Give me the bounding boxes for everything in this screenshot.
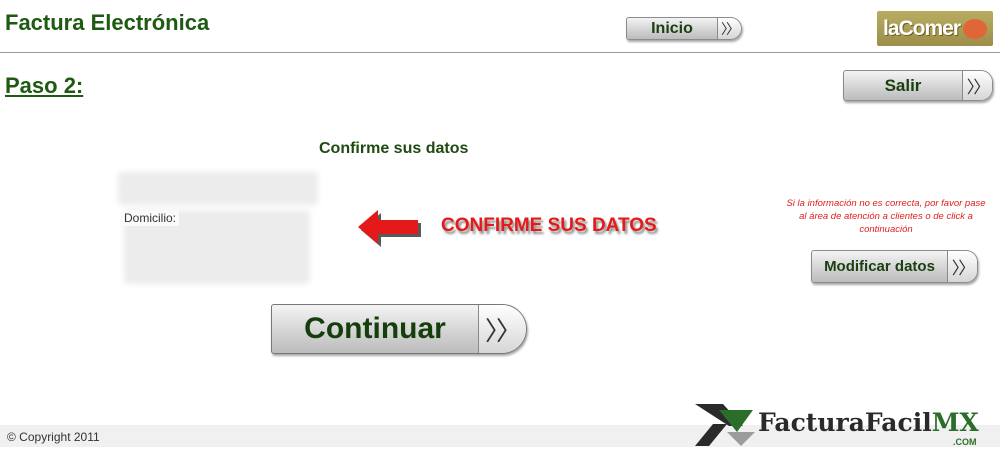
salir-button[interactable]: Salir 〉〉 (843, 70, 993, 101)
confirm-section-title: Confirme sus datos (319, 140, 469, 157)
salir-button-label: Salir (884, 75, 922, 95)
facturafacil-domain: .COM (953, 437, 977, 447)
chevron-double-right-icon: 〉〉 (962, 71, 992, 100)
facturafacil-brand-main: FacturaFacil (758, 408, 932, 437)
redacted-name-field (118, 172, 318, 205)
chevron-double-right-icon: 〉〉 (947, 251, 977, 282)
continuar-button-label: Continuar (304, 312, 446, 345)
domicilio-label: Domicilio: (121, 210, 180, 226)
inicio-button[interactable]: Inicio 〉〉 (626, 17, 742, 40)
facturafacil-logo-icon (695, 404, 755, 446)
header-divider (0, 52, 1000, 53)
lacomer-logo-mark-icon (963, 18, 988, 39)
step-title: Paso 2: (5, 73, 84, 98)
inicio-button-label: Inicio (651, 19, 693, 37)
modificar-datos-label: Modificar datos (824, 258, 935, 275)
confirm-callout-text: CONFIRME SUS DATOS (441, 215, 657, 236)
chevron-double-right-icon: 〉〉 (478, 305, 526, 353)
modificar-datos-button[interactable]: Modificar datos 〉〉 (811, 250, 978, 283)
incorrect-info-notice: Si la información no es correcta, por fa… (786, 198, 986, 235)
facturafacil-brand: FacturaFacilMX (758, 408, 979, 437)
lacomer-logo: laComer (877, 11, 993, 46)
facturafacil-brand-mx: MX (931, 408, 979, 437)
chevron-double-right-icon: 〉〉 (717, 18, 741, 39)
page-header-title: Factura Electrónica (5, 10, 210, 35)
red-left-arrow-icon (358, 210, 421, 247)
continuar-button[interactable]: Continuar 〉〉 (271, 304, 527, 354)
lacomer-logo-text: laComer (882, 16, 961, 40)
copyright-text: © Copyright 2011 (7, 430, 100, 444)
